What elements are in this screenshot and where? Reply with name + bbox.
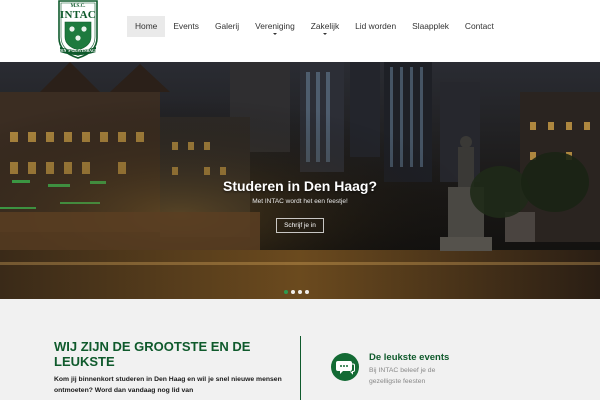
nav-label: Events [173,21,199,31]
nav-label: Contact [464,21,494,31]
hero-slider: Studeren in Den Haag? Met INTAC wordt he… [0,62,600,299]
site-header: M.S.C. INTAC DEN 'S-GRAVENHAGE Home Even… [0,0,600,62]
nav-label: Home [135,21,158,31]
nav-item-zakelijk[interactable]: Zakelijk [303,16,347,37]
nav-item-vereniging[interactable]: Vereniging [247,16,303,37]
main-nav: Home Events Galerij Vereniging Zakelijk … [127,16,502,37]
nav-item-events[interactable]: Events [165,16,207,37]
nav-label: Zakelijk [310,21,340,31]
dropdown-caret-icon [272,33,277,35]
slider-dot[interactable] [291,290,295,294]
hero-subtitle: Met INTAC wordt het een feestje! [252,198,348,205]
intro-text: Kom jij binnenkort studeren in Den Haag … [54,376,282,394]
slider-dot[interactable] [305,290,309,294]
section-divider [300,336,301,400]
logo-ribbon-text: DEN 'S-GRAVENHAGE [58,49,98,53]
slider-dot[interactable] [298,290,302,294]
nav-item-lid-worden[interactable]: Lid worden [347,16,404,37]
section-headline: WIJ ZIJN DE GROOTSTE EN DE LEUKSTE [54,339,251,369]
slider-dot[interactable] [284,290,288,294]
hero-title: Studeren in Den Haag? [222,178,378,194]
nav-item-slaapplek[interactable]: Slaapplek [404,16,457,37]
nav-label: Slaapplek [412,21,449,31]
nav-label: Vereniging [255,21,295,31]
slider-dots [284,290,309,294]
intro-section: WIJ ZIJN DE GROOTSTE EN DE LEUKSTE Kom j… [0,299,600,400]
nav-label: Galerij [214,21,240,31]
logo-name: INTAC [59,9,97,21]
dropdown-caret-icon [322,33,327,35]
chat-bubbles-icon [331,353,359,381]
feature-title: De leukste events [369,352,450,363]
intac-logo[interactable]: M.S.C. INTAC DEN 'S-GRAVENHAGE [56,0,100,60]
nav-item-home[interactable]: Home [127,16,166,37]
nav-item-galerij[interactable]: Galerij [207,16,247,37]
nav-item-contact[interactable]: Contact [457,16,502,37]
feature-text: Bij INTAC beleef je de gezelligste feest… [369,367,436,385]
nav-label: Lid worden [355,21,397,31]
signup-button[interactable]: Schrijf je in [276,218,324,233]
